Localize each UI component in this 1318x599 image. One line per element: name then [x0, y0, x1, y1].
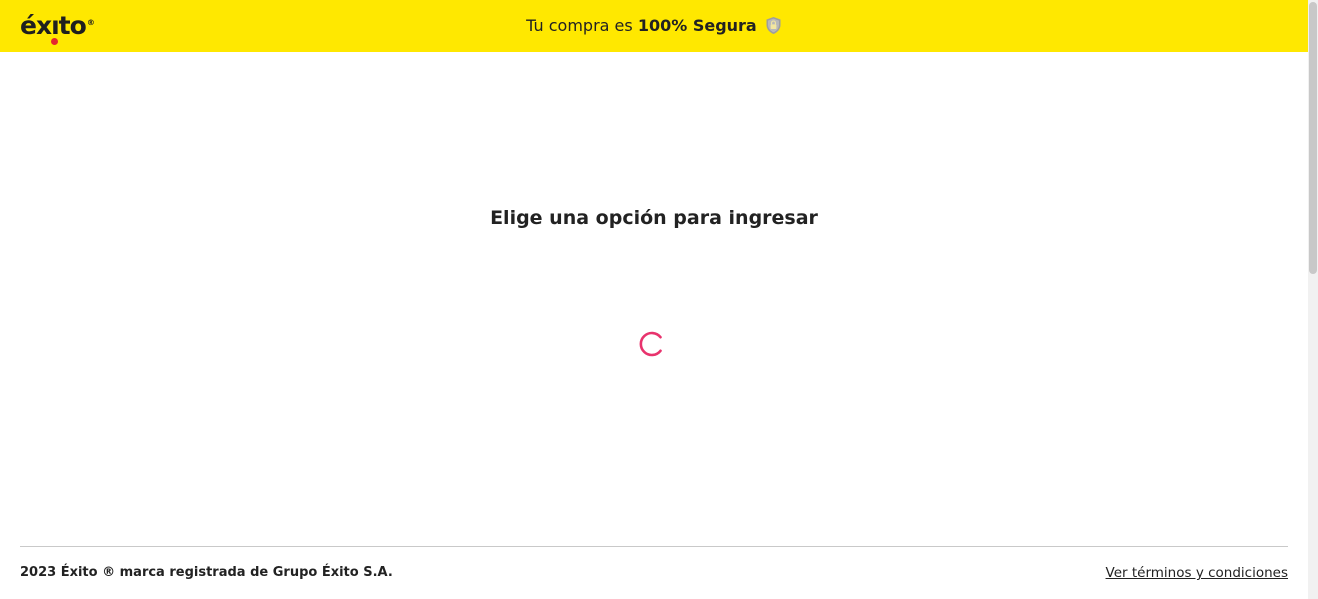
footer-divider: [20, 546, 1288, 547]
shield-lock-icon: [765, 16, 782, 41]
header-bar: éxı to® Tu compra es 100% Segura: [0, 0, 1308, 52]
secure-purchase-banner: Tu compra es 100% Segura: [0, 15, 1308, 41]
secure-bold-text: 100% Segura: [637, 16, 757, 35]
scrollbar-thumb[interactable]: [1309, 2, 1317, 274]
secure-prefix-text: Tu compra es: [526, 16, 638, 35]
vertical-scrollbar[interactable]: [1308, 0, 1318, 599]
terms-and-conditions-link[interactable]: Ver términos y condiciones: [1106, 564, 1288, 582]
page-title: Elige una opción para ingresar: [490, 207, 818, 229]
page: éxı to® Tu compra es 100% Segura Elige un…: [0, 0, 1318, 599]
footer-copyright: 2023 Éxito ® marca registrada de Grupo É…: [20, 565, 393, 580]
loading-spinner-icon: [639, 331, 665, 357]
